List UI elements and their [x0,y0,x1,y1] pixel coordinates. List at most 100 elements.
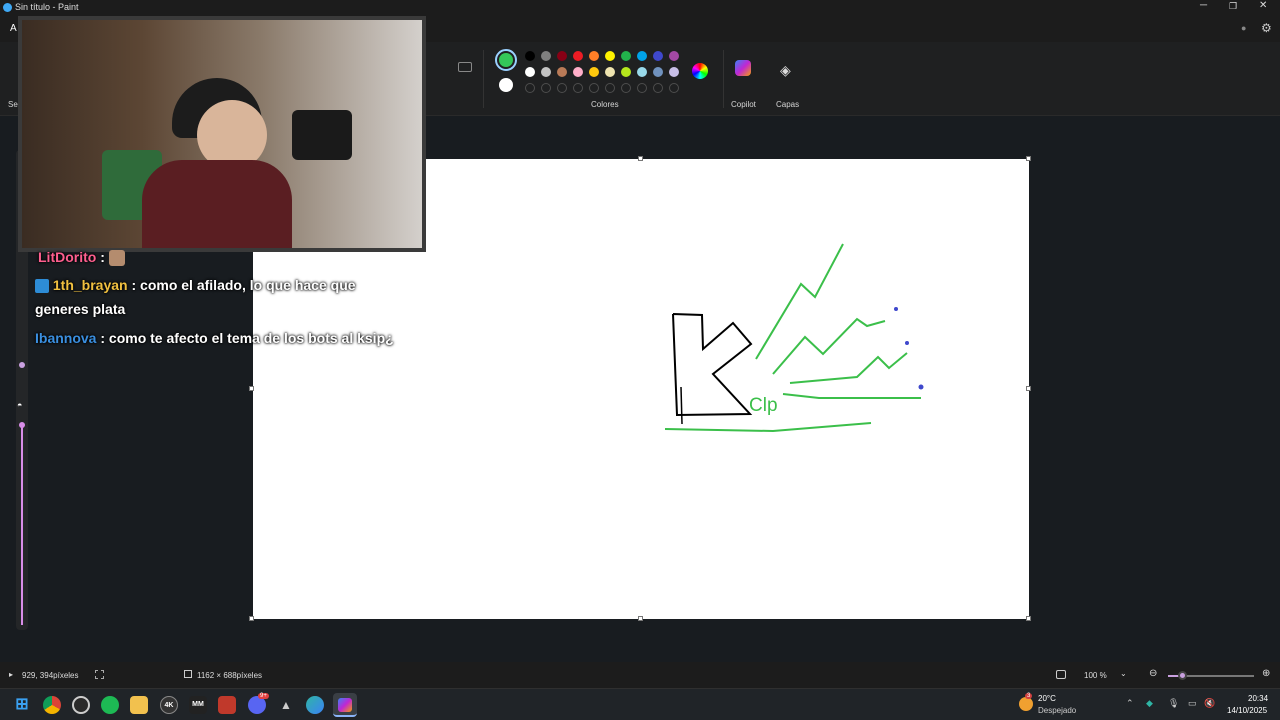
palette-swatch[interactable] [573,67,583,77]
resize-handle[interactable] [1026,386,1031,391]
weather-temp[interactable]: 20°C [1038,694,1056,703]
weather-desc[interactable]: Despejado [1038,706,1076,715]
cursor-position: 929, 394píxeles [22,671,79,680]
close-icon[interactable]: ✕ [1259,0,1267,11]
palette-swatch[interactable] [605,67,615,77]
palette-swatch[interactable] [525,67,535,77]
custom-color-slot[interactable] [541,83,551,93]
divider [483,50,484,108]
zoom-select[interactable]: 100 % [1084,671,1107,680]
chat-text: como te afecto el tema de los bots al ks… [108,330,394,346]
restore-icon[interactable]: ❐ [1229,1,1237,12]
weather-badge: 3 [1025,693,1033,699]
custom-color-slot[interactable] [669,83,679,93]
copilot-paint-icon [338,698,352,712]
custom-color-slot[interactable] [589,83,599,93]
canvas-size-icon [184,670,192,678]
green-stroke [664,422,872,433]
palette-swatch[interactable] [621,51,631,61]
secondary-color-swatch[interactable] [499,78,513,92]
primary-color-swatch [499,53,513,67]
palette-swatch[interactable] [525,51,535,61]
custom-color-slot[interactable] [637,83,647,93]
resize-handle[interactable] [1026,156,1031,161]
palette-swatch[interactable] [653,51,663,61]
minimize-icon[interactable]: ─ [1200,0,1207,11]
layers-label: Capas [776,100,800,109]
status-bar: ▸ 929, 394píxeles 1162 × 688píxeles 100 … [0,662,1280,688]
letter-k-outline [672,313,753,417]
edge-icon[interactable] [306,696,324,714]
chat-message: 1th_brayan : como el afilado, lo que hac… [35,277,356,317]
display-icon[interactable]: ▭ [1188,698,1197,709]
palette-swatch[interactable] [541,67,551,77]
chevron-down-icon[interactable]: ⌄ [1120,669,1127,678]
resize-handle[interactable] [249,616,254,621]
custom-color-slot[interactable] [525,83,535,93]
palette-swatch[interactable] [669,67,679,77]
layers-icon[interactable]: ◈ [780,62,791,79]
resize-handle[interactable] [1026,616,1031,621]
window-title: Sin título - Paint [15,2,79,12]
microphone-icon[interactable]: 🎙 [1168,698,1179,709]
clock-date[interactable]: 14/10/2025 [1227,706,1267,715]
palette-swatch[interactable] [589,51,599,61]
copilot-icon[interactable] [735,60,751,76]
zoom-out-icon[interactable]: ⊖ [1149,668,1157,679]
resize-handle[interactable] [638,156,643,161]
palette-swatch[interactable] [557,51,567,61]
palette-swatch[interactable] [541,51,551,61]
chat-username: Ibannova [35,330,97,346]
paint-taskbar-button[interactable] [333,693,357,717]
clock-time[interactable]: 20:34 [1248,694,1268,703]
palette-swatch[interactable] [669,51,679,61]
custom-color-slot[interactable] [605,83,615,93]
account-icon[interactable]: ● [1241,23,1246,33]
zoom-in-icon[interactable]: ⊕ [1262,668,1270,679]
tray-app-icon[interactable]: ◆ [1146,698,1153,709]
palette-swatch[interactable] [637,67,647,77]
green-stroke [755,243,844,360]
palette-swatch[interactable] [605,51,615,61]
custom-color-slot[interactable] [653,83,663,93]
rocket-icon[interactable]: ▲ [277,696,295,714]
fit-to-window-icon[interactable] [1056,670,1066,679]
settings-gear-icon[interactable]: ⚙ [1261,21,1272,35]
chevron-up-icon[interactable]: ⌃ [1126,698,1134,709]
custom-color-slot[interactable] [573,83,583,93]
copilot-label: Copilot [731,100,756,109]
palette-swatch[interactable] [557,67,567,77]
colors-group-label: Colores [591,100,619,109]
slider-thumb[interactable] [19,422,25,428]
windows-start-icon[interactable]: ⊞ [13,696,31,714]
resize-handle[interactable] [638,616,643,621]
canvas-size: 1162 × 688píxeles [197,671,263,680]
chrome-icon[interactable] [43,696,61,714]
primary-color-ring[interactable] [495,49,517,71]
custom-color-slot[interactable] [557,83,567,93]
discord-badge: 9+ [258,693,269,699]
menu-archivo[interactable]: A [10,23,17,34]
palette-swatch[interactable] [573,51,583,61]
shape-tool-icon[interactable] [458,62,472,72]
mm-app-icon[interactable]: MM [189,696,207,714]
speaker-muted-icon[interactable]: 🔇 [1204,698,1215,709]
weather-sun-icon[interactable] [1019,697,1033,711]
palette-swatch[interactable] [637,51,647,61]
palette-swatch[interactable] [653,67,663,77]
zoom-slider-thumb[interactable] [1178,671,1187,680]
palette-swatch[interactable] [621,67,631,77]
voicemeeter-icon[interactable] [218,696,236,714]
spotify-icon[interactable] [101,696,119,714]
resize-handle[interactable] [249,386,254,391]
slider-thumb[interactable] [19,362,25,368]
edit-colors-icon[interactable] [692,63,708,79]
slider-track [21,425,23,625]
4k-video-icon[interactable]: 4K [160,696,178,714]
palette-swatch[interactable] [589,67,599,77]
chat-message: LitDorito : [38,245,125,269]
file-explorer-icon[interactable] [130,696,148,714]
obs-icon[interactable] [72,696,90,714]
custom-color-slot[interactable] [621,83,631,93]
webcam-overlay [18,16,426,252]
